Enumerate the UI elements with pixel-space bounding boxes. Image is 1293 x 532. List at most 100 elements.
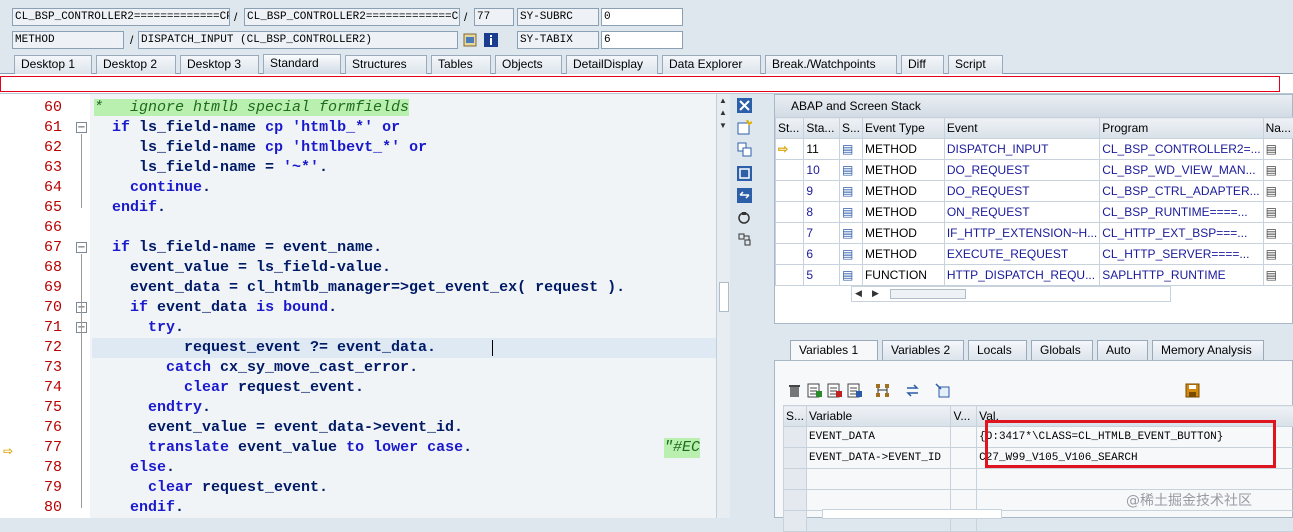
insert-row-icon[interactable] [807, 383, 822, 398]
sy-tabix-value[interactable]: 6 [601, 31, 683, 49]
variables-column-header[interactable]: Variable [807, 406, 951, 427]
stack-column-header[interactable]: S... [839, 118, 862, 139]
stack-event[interactable]: HTTP_DISPATCH_REQU... [944, 265, 1099, 286]
event-type-icon[interactable]: ▤ [839, 202, 862, 223]
stack-level[interactable]: 7 [804, 223, 840, 244]
navigate-icon[interactable]: ▤ [1263, 202, 1293, 223]
code-line[interactable]: 79 clear request_event. [0, 478, 716, 498]
code-line[interactable]: 78 else. [0, 458, 716, 478]
delete-row-icon[interactable] [827, 383, 842, 398]
stack-row[interactable]: 10▤METHODDO_REQUESTCL_BSP_WD_VIEW_MAN...… [776, 160, 1293, 181]
tab-desktop-2[interactable]: Desktop 2 [96, 55, 176, 74]
stack-column-header[interactable]: Event [944, 118, 1099, 139]
table-icon[interactable] [847, 383, 862, 398]
save-icon[interactable] [1185, 383, 1200, 398]
variables-column-header[interactable]: S... [784, 406, 807, 427]
stack-event-type[interactable]: METHOD [862, 244, 944, 265]
services-icon[interactable] [737, 210, 752, 225]
tab-desktop-1[interactable]: Desktop 1 [14, 55, 92, 74]
stack-event[interactable]: DISPATCH_INPUT [944, 139, 1099, 160]
scroll-left-icon[interactable]: ◀ [855, 288, 862, 299]
variable-value[interactable] [977, 469, 1293, 490]
code-line[interactable]: 65 endif. [0, 198, 716, 218]
code-line[interactable]: 72 request_event ?= event_data. [0, 338, 716, 358]
close-icon[interactable] [737, 98, 752, 113]
navigate-icon[interactable]: ▤ [1263, 244, 1293, 265]
include-field[interactable]: CL_BSP_CONTROLLER2=============CM01 [244, 8, 460, 26]
tab-script[interactable]: Script [948, 55, 1003, 74]
event-type-icon[interactable]: ▤ [839, 181, 862, 202]
line-field[interactable]: 77 [474, 8, 514, 26]
stack-program[interactable]: CL_BSP_CTRL_ADAPTER... [1100, 181, 1263, 202]
stack-column-header[interactable]: St... [776, 118, 804, 139]
stack-event[interactable]: IF_HTTP_EXTENSION~H... [944, 223, 1099, 244]
stack-event[interactable]: DO_REQUEST [944, 160, 1099, 181]
stack-level[interactable]: 9 [804, 181, 840, 202]
scroll-right-icon[interactable]: ▶ [872, 288, 879, 299]
code-line[interactable]: 77 translate event_value to lower case."… [0, 438, 716, 458]
stack-column-header[interactable]: Sta... [804, 118, 840, 139]
stack-row[interactable]: 5▤FUNCTIONHTTP_DISPATCH_REQU...SAPLHTTP_… [776, 265, 1293, 286]
scroll-down-icon[interactable]: ▼ [719, 121, 728, 130]
tab-memory-analysis[interactable]: Memory Analysis [1152, 340, 1264, 360]
event-type-icon[interactable]: ▤ [839, 139, 862, 160]
stack-hscroll[interactable]: ◀ ▶ [851, 286, 1171, 302]
stack-column-header[interactable]: Event Type [862, 118, 944, 139]
row-selector[interactable] [784, 469, 807, 490]
code-line[interactable]: 80 endif. [0, 498, 716, 518]
variable-name[interactable] [807, 469, 951, 490]
event-field[interactable]: DISPATCH_INPUT (CL_BSP_CONTROLLER2) [138, 31, 458, 49]
export-icon[interactable] [935, 383, 950, 398]
row-selector[interactable] [784, 511, 807, 532]
scroll-thumb[interactable] [890, 289, 966, 299]
stack-program[interactable]: CL_HTTP_EXT_BSP===... [1100, 223, 1263, 244]
stack-program[interactable]: CL_HTTP_SERVER====... [1100, 244, 1263, 265]
tab-objects[interactable]: Objects [495, 55, 562, 74]
stack-row[interactable]: 6▤METHODEXECUTE_REQUESTCL_HTTP_SERVER===… [776, 244, 1293, 265]
stack-level[interactable]: 11 [804, 139, 840, 160]
navigate-icon[interactable]: ▤ [1263, 160, 1293, 181]
code-line[interactable]: 69 event_data = cl_htmlb_manager=>get_ev… [0, 278, 716, 298]
code-line[interactable]: 68 event_value = ls_field-value. [0, 258, 716, 278]
new-tool-icon[interactable] [737, 120, 752, 135]
stack-event[interactable]: ON_REQUEST [944, 202, 1099, 223]
info-icon[interactable] [484, 33, 498, 47]
tab-globals[interactable]: Globals [1031, 340, 1093, 360]
swap-icon[interactable] [737, 188, 752, 203]
code-line[interactable]: 70− if event_data is bound. [0, 298, 716, 318]
row-selector[interactable] [784, 427, 807, 448]
stack-row[interactable]: 7▤METHODIF_HTTP_EXTENSION~H...CL_HTTP_EX… [776, 223, 1293, 244]
stack-program[interactable]: CL_BSP_CONTROLLER2=... [1100, 139, 1263, 160]
editor-scrollbar[interactable]: ▲ ▲ ▼ [716, 94, 730, 518]
tab-tables[interactable]: Tables [431, 55, 491, 74]
code-line[interactable]: 73 catch cx_sy_move_cast_error. [0, 358, 716, 378]
variable-name[interactable]: EVENT_DATA [807, 427, 951, 448]
stack-event[interactable]: DO_REQUEST [944, 181, 1099, 202]
code-line[interactable]: 64 continue. [0, 178, 716, 198]
stack-event-type[interactable]: METHOD [862, 202, 944, 223]
code-line[interactable]: 76 event_value = event_data->event_id. [0, 418, 716, 438]
tab-locals[interactable]: Locals [968, 340, 1027, 360]
stack-event[interactable]: EXECUTE_REQUEST [944, 244, 1099, 265]
variable-name[interactable] [807, 490, 951, 511]
code-line[interactable]: 60* ignore htmlb special formfields [0, 98, 716, 118]
stack-row[interactable]: ⇨11▤METHODDISPATCH_INPUTCL_BSP_CONTROLLE… [776, 139, 1293, 160]
event-type-field[interactable]: METHOD [12, 31, 124, 49]
stack-column-header[interactable]: Na... [1263, 118, 1293, 139]
stack-program[interactable]: SAPLHTTP_RUNTIME [1100, 265, 1263, 286]
tab-diff[interactable]: Diff [901, 55, 944, 74]
tab-break-watchpoints[interactable]: Break./Watchpoints [765, 55, 897, 74]
navigate-icon[interactable]: ▤ [1263, 265, 1293, 286]
program-field[interactable]: CL_BSP_CONTROLLER2=============CP [12, 8, 230, 26]
fold-toggle-icon[interactable]: − [76, 122, 87, 133]
delete-icon[interactable] [787, 383, 802, 398]
row-selector[interactable] [784, 490, 807, 511]
stack-program[interactable]: CL_BSP_RUNTIME====... [1100, 202, 1263, 223]
variable-name[interactable]: EVENT_DATA->EVENT_ID [807, 448, 951, 469]
tab-detaildisplay[interactable]: DetailDisplay [566, 55, 658, 74]
tab-auto[interactable]: Auto [1097, 340, 1148, 360]
event-type-icon[interactable]: ▤ [839, 265, 862, 286]
row-selector[interactable] [784, 448, 807, 469]
maximize-icon[interactable] [737, 166, 752, 181]
scroll-up-icon[interactable]: ▲ [719, 96, 728, 105]
